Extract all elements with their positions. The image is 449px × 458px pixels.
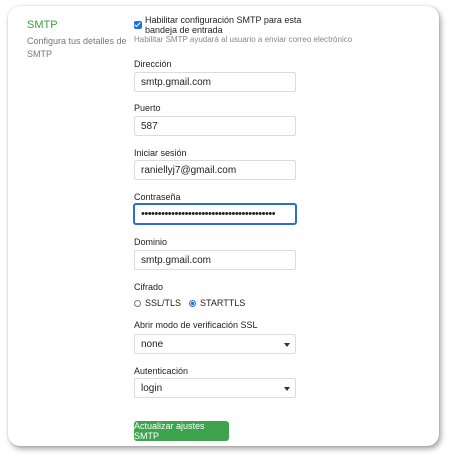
password-label: Contraseña	[134, 192, 181, 202]
section-title: SMTP	[27, 19, 58, 31]
smtp-form: Habilitar configuración SMTP para esta b…	[134, 15, 353, 441]
enable-smtp-label: Habilitar configuración SMTP para esta b…	[145, 15, 302, 35]
password-value: ••••••••••••••••••••••••••••••••••••••••	[141, 208, 276, 220]
password-input[interactable]: ••••••••••••••••••••••••••••••••••••••••	[134, 204, 296, 224]
chevron-down-icon	[284, 343, 290, 347]
ssl-verify-label: Abrir modo de verificación SSL	[134, 320, 258, 330]
port-label: Puerto	[134, 103, 161, 113]
enable-smtp-checkbox-row[interactable]: Habilitar configuración SMTP para esta b…	[134, 15, 334, 35]
radio-ssl-tls-label[interactable]: SSL/TLS	[145, 298, 181, 308]
radio-ssl-tls[interactable]	[134, 299, 141, 307]
radio-starttls-label[interactable]: STARTTLS	[200, 298, 245, 308]
authentication-select[interactable]: login	[134, 378, 296, 398]
chevron-down-icon	[284, 387, 290, 391]
enable-smtp-hint: Habilitar SMTP ayudará al usuario a envi…	[134, 35, 353, 44]
port-input[interactable]: 587	[134, 116, 296, 136]
authentication-label: Autenticación	[134, 366, 189, 376]
login-value: raniellyj7@gmail.com	[141, 164, 237, 176]
address-value: smtp.gmail.com	[141, 76, 212, 88]
enable-smtp-checkbox[interactable]	[134, 21, 142, 29]
login-label: Iniciar sesión	[134, 148, 187, 158]
section-sidebar: SMTP Configura tus detalles de SMTP	[27, 19, 127, 61]
login-input[interactable]: raniellyj7@gmail.com	[134, 160, 296, 180]
encryption-label: Cifrado	[134, 282, 164, 292]
ssl-verify-select[interactable]: none	[134, 334, 296, 354]
radio-starttls[interactable]	[189, 299, 197, 307]
port-value: 587	[141, 120, 158, 132]
section-description: Configura tus detalles de SMTP	[27, 36, 127, 59]
domain-label: Dominio	[134, 237, 168, 247]
smtp-settings-card: SMTP Configura tus detalles de SMTP Habi…	[8, 6, 439, 446]
ssl-verify-value: none	[141, 338, 164, 350]
domain-input[interactable]: smtp.gmail.com	[134, 250, 296, 270]
domain-value: smtp.gmail.com	[141, 254, 212, 266]
encryption-options: SSL/TLS STARTTLS	[134, 298, 245, 308]
address-label: Dirección	[134, 59, 172, 69]
authentication-value: login	[141, 382, 163, 394]
update-smtp-button[interactable]: Actualizar ajustes SMTP	[134, 421, 229, 441]
address-input[interactable]: smtp.gmail.com	[134, 72, 296, 92]
